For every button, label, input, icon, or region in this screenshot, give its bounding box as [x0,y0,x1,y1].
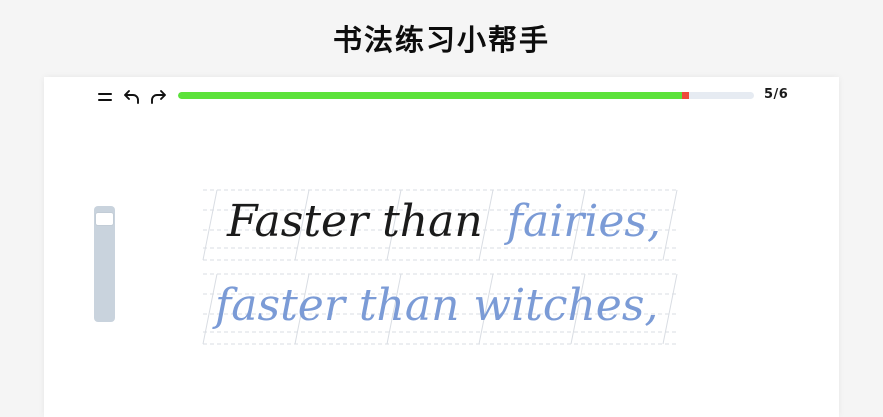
progress-bar [178,92,754,99]
practice-line-2: faster than witches, [212,280,658,331]
guide-text: fairies, [504,196,661,247]
menu-button[interactable] [94,86,116,108]
redo-button[interactable] [147,86,169,108]
practice-sheet[interactable]: Faster than fairies, faster than witches… [195,180,685,350]
page-counter: 5/6 [764,87,789,102]
progress-fill [178,92,685,99]
practice-line-1: Faster than fairies, [226,196,661,247]
guide-slant-line [662,273,678,345]
size-slider-thumb[interactable] [96,213,113,225]
guide-text-line-2: faster than witches, [212,280,658,331]
guide-slant-line [662,189,678,261]
guide-text: faster than witches, [212,280,658,331]
redo-arrow-icon [151,90,166,104]
traced-text: Faster than [226,196,483,247]
traced-text-line-1: Faster than fairies, [226,196,661,247]
app-title: 书法练习小帮手 [332,23,550,57]
undo-arrow-icon [124,90,139,104]
undo-button[interactable] [121,86,143,108]
hamburger-icon [98,93,112,101]
guide-slant-line [202,189,218,261]
progress-current-marker [682,92,689,99]
